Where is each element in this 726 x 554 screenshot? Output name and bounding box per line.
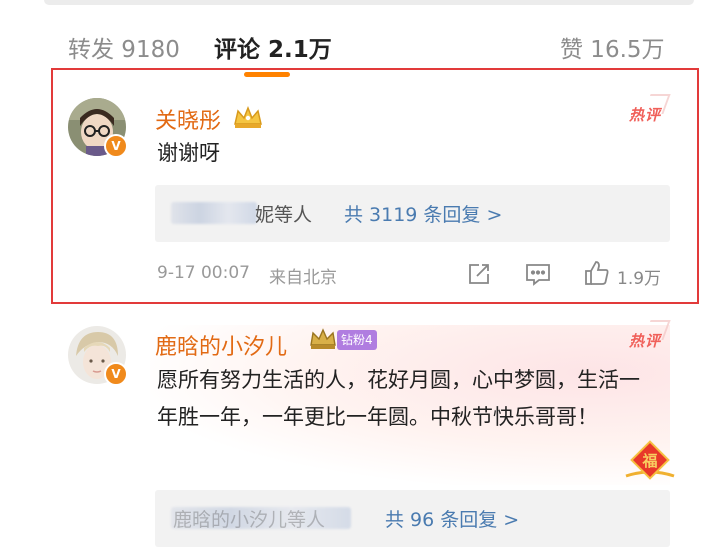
reply-names: 妮等人 xyxy=(255,204,313,226)
like-count: 1.9万 xyxy=(617,269,662,289)
hot-comment-badge: 热评 xyxy=(629,106,662,124)
comment-time: 9-17 00:07 xyxy=(157,263,250,283)
reply-names: 鹿晗的小汐儿等人 xyxy=(173,509,326,531)
verified-icon: V xyxy=(104,134,128,158)
reply-summary-box[interactable]: 鹿晗的小汐儿等人 共 96 条回复 > xyxy=(155,490,670,547)
tab-comments[interactable]: 评论 2.1万 xyxy=(214,30,332,64)
avatar[interactable]: V xyxy=(68,326,128,386)
reply-count-link[interactable]: 共 3119 条回复 > xyxy=(344,200,502,227)
comment-text: 愿所有努力生活的人，花好月圆，心中梦圆，生活一年胜一年，一年更比一年圆。中秋节快… xyxy=(157,368,640,429)
like-icon[interactable] xyxy=(583,259,611,291)
blurred-reply-names xyxy=(171,202,257,224)
comment-text: 谢谢呀 xyxy=(157,141,220,165)
comment-username[interactable]: 鹿晗的小汐儿 xyxy=(155,329,287,361)
crown-icon xyxy=(309,327,337,355)
crown-icon xyxy=(232,104,264,134)
comment-location: 来自北京 xyxy=(269,268,337,288)
hot-comment-badge: 热评 xyxy=(629,332,662,350)
fu-sticker-icon: 福 xyxy=(620,440,680,484)
reply-summary-box[interactable]: 妮等人 共 3119 条回复 > xyxy=(155,185,670,242)
comment-tabs: 转发 9180 评论 2.1万 赞 16.5万 xyxy=(0,24,726,70)
tab-likes[interactable]: 赞 16.5万 xyxy=(560,30,665,64)
comment-username[interactable]: 关晓彤 xyxy=(155,103,221,135)
top-card-edge xyxy=(44,0,694,5)
verified-icon: V xyxy=(104,362,128,386)
avatar[interactable]: V xyxy=(68,98,128,158)
tab-repost[interactable]: 转发 9180 xyxy=(68,30,180,64)
svg-text:福: 福 xyxy=(641,452,657,470)
fan-level-badge: 钻粉4 xyxy=(337,330,377,350)
share-icon[interactable] xyxy=(467,262,491,290)
comment-icon[interactable] xyxy=(525,262,551,290)
reply-count-link[interactable]: 共 96 条回复 > xyxy=(385,505,519,532)
